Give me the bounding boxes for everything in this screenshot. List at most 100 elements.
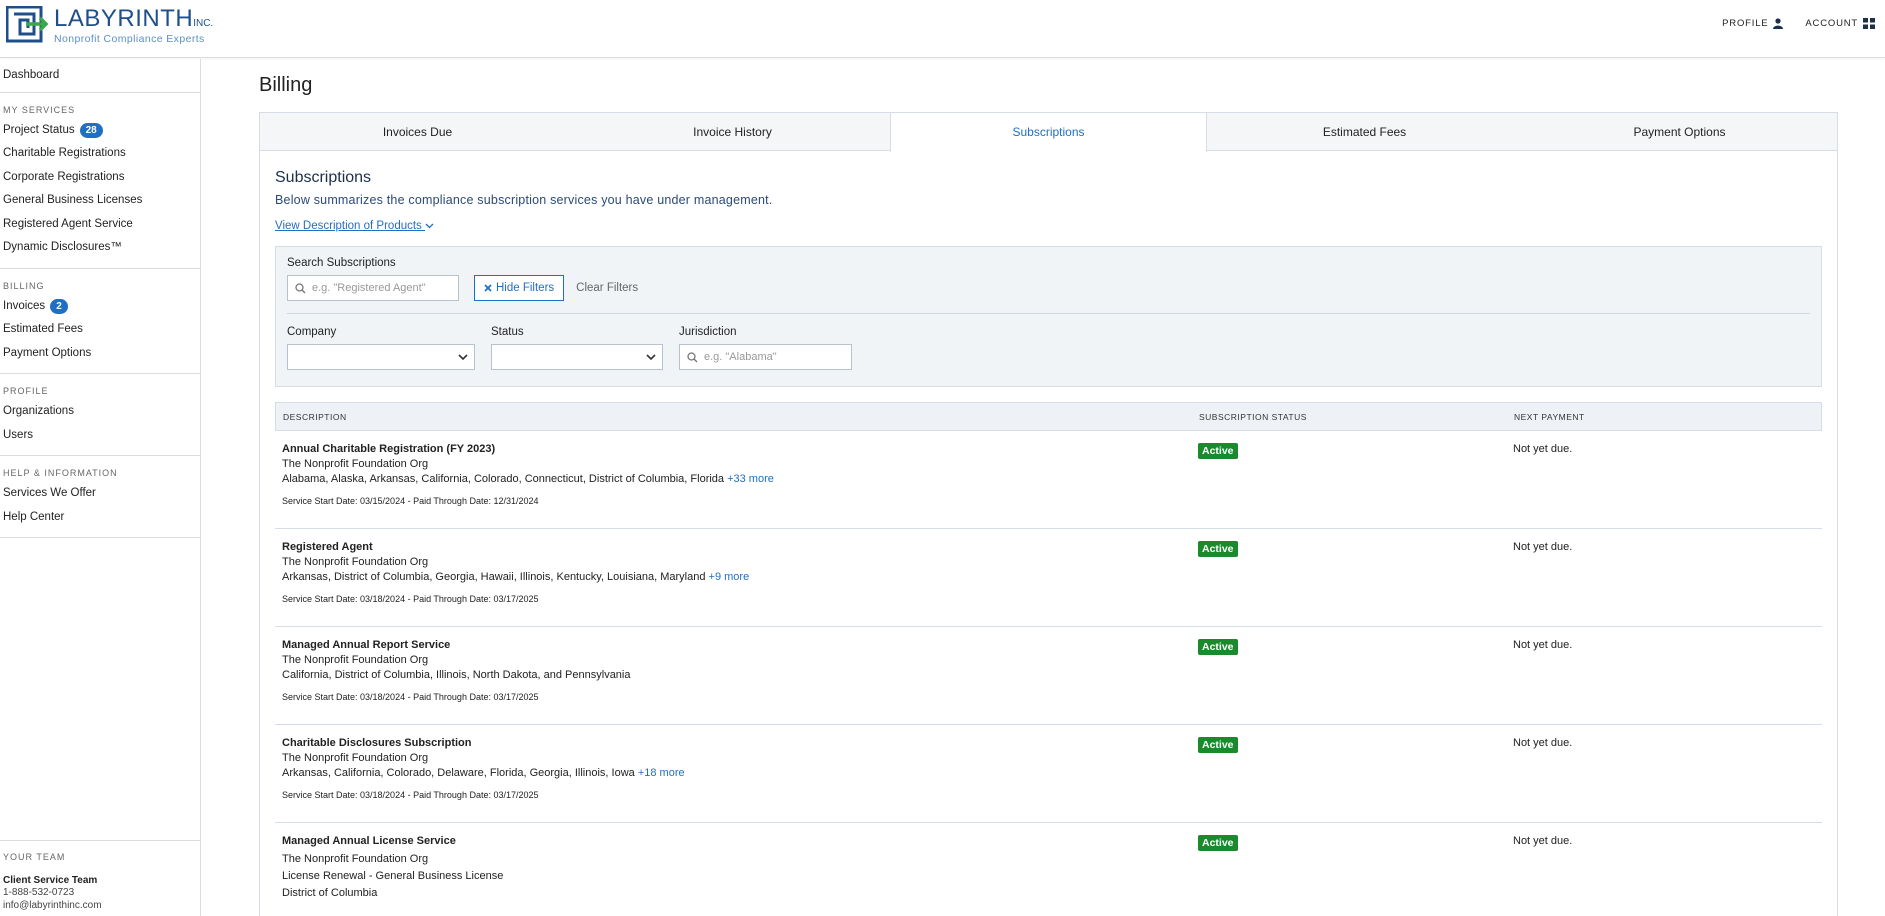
search-placeholder: e.g. "Registered Agent"	[312, 282, 426, 294]
subscription-org: The Nonprofit Foundation Org	[282, 556, 429, 568]
sidebar-item-label: Users	[3, 428, 34, 441]
sidebar-item-invoices[interactable]: Invoices 2	[3, 295, 200, 319]
subscription-title: Charitable Disclosures Subscription	[282, 737, 472, 749]
subscription-states: Arkansas, California, Colorado, Delaware…	[282, 767, 635, 779]
team-name: Client Service Team	[3, 875, 98, 886]
sidebar-item-label: Organizations	[3, 405, 74, 417]
sidebar-item-label: Charitable Registrations	[3, 147, 126, 159]
sidebar-item-label: Invoices	[3, 299, 46, 312]
team-email[interactable]: info@labyrinthinc.com	[3, 899, 197, 912]
table-row: Charitable Disclosures Subscription The …	[275, 725, 1822, 823]
status-badge: Active	[1198, 737, 1238, 753]
more-states-link[interactable]: +33 more	[727, 473, 774, 485]
company-label: Company	[287, 326, 337, 338]
tab-invoices-due[interactable]: Invoices Due	[260, 113, 575, 150]
hide-filters-button[interactable]: Hide Filters	[474, 275, 565, 301]
clear-filters-button[interactable]: Clear Filters	[576, 282, 638, 294]
help-heading: HELP & INFORMATION	[3, 468, 118, 478]
sidebar-item-label: Dashboard	[3, 69, 60, 81]
status-select[interactable]	[491, 344, 663, 370]
sidebar-item-registered-agent-service[interactable]: Registered Agent Service	[3, 213, 200, 237]
subscription-dates: Service Start Date: 03/18/2024 - Paid Th…	[282, 790, 539, 800]
top-header: LABYRINTHINC. Nonprofit Compliance Exper…	[0, 0, 1885, 58]
jurisdiction-label: Jurisdiction	[679, 326, 737, 338]
table-row: Annual Charitable Registration (FY 2023)…	[275, 431, 1822, 529]
sidebar-item-payment-options[interactable]: Payment Options	[3, 342, 200, 366]
next-payment: Not yet due.	[1513, 541, 1573, 553]
main-content: Billing Invoices Due Invoice History Sub…	[259, 59, 1838, 916]
sidebar-item-users[interactable]: Users	[3, 424, 200, 448]
sidebar-item-general-business-licenses[interactable]: General Business Licenses	[3, 189, 200, 213]
count-badge: 28	[79, 122, 103, 138]
team-phone[interactable]: 1-888-532-0723	[3, 886, 197, 899]
sidebar-item-help-center[interactable]: Help Center	[3, 506, 200, 530]
company-select[interactable]	[287, 344, 475, 370]
subscription-org: The Nonprofit Foundation Org	[282, 654, 429, 666]
tab-subscriptions[interactable]: Subscriptions	[890, 113, 1207, 152]
chevron-down-icon	[425, 223, 434, 229]
profile-menu[interactable]: PROFILE	[1722, 18, 1784, 29]
subscription-org: The Nonprofit Foundation Org	[282, 853, 429, 865]
page-title: Billing	[259, 74, 313, 96]
subscription-license-type: License Renewal - General Business Licen…	[282, 870, 504, 882]
search-icon	[687, 351, 698, 362]
subscription-dates: Service Start Date: 03/18/2024 - Paid Th…	[282, 594, 539, 604]
subscription-dates: Service Start Date: 03/18/2024 - Paid Th…	[282, 692, 539, 702]
sidebar-item-estimated-fees[interactable]: Estimated Fees	[3, 318, 200, 342]
table-row: Managed Annual License Service The Nonpr…	[275, 823, 1822, 916]
user-icon	[1773, 18, 1784, 29]
next-payment: Not yet due.	[1513, 443, 1573, 455]
grid-icon	[1863, 18, 1875, 29]
sidebar-item-label: Payment Options	[3, 346, 92, 359]
section-title: Subscriptions	[275, 169, 372, 186]
sidebar-item-project-status[interactable]: Project Status 28	[3, 119, 200, 143]
more-states-link[interactable]: +9 more	[709, 571, 750, 583]
view-description-link[interactable]: View Description of Products	[275, 220, 434, 232]
sidebar-item-charitable-registrations[interactable]: Charitable Registrations	[3, 142, 200, 166]
view-link-label: View Description of Products	[275, 220, 422, 232]
sidebar-item-corporate-registrations[interactable]: Corporate Registrations	[3, 166, 200, 190]
brand-tagline: Nonprofit Compliance Experts	[54, 33, 205, 45]
billing-heading: BILLING	[3, 280, 45, 291]
subscription-jurisdiction: District of Columbia	[282, 887, 378, 899]
filters-panel: Search Subscriptions e.g. "Registered Ag…	[275, 246, 1822, 387]
section-description: Below summarizes the compliance subscrip…	[275, 193, 773, 207]
chevron-down-icon	[646, 354, 656, 361]
brand-name: LABYRINTH	[54, 5, 194, 32]
next-payment: Not yet due.	[1513, 835, 1573, 847]
sidebar-item-dynamic-disclosures[interactable]: Dynamic Disclosures™	[3, 236, 200, 260]
account-label: ACCOUNT	[1805, 18, 1858, 29]
sidebar-item-label: Help Center	[3, 510, 65, 523]
sidebar-item-dashboard[interactable]: Dashboard	[3, 64, 200, 88]
chevron-down-icon	[458, 354, 468, 361]
subscriptions-panel: Subscriptions Below summarizes the compl…	[259, 151, 1838, 916]
status-badge: Active	[1198, 639, 1238, 655]
subscription-title: Annual Charitable Registration (FY 2023)	[282, 443, 496, 455]
tab-invoice-history[interactable]: Invoice History	[575, 113, 890, 150]
table-row: Registered Agent The Nonprofit Foundatio…	[275, 529, 1822, 627]
sidebar-item-services-we-offer[interactable]: Services We Offer	[3, 482, 200, 506]
subscription-org: The Nonprofit Foundation Org	[282, 752, 429, 764]
sidebar-item-label: Estimated Fees	[3, 323, 83, 335]
tab-payment-options[interactable]: Payment Options	[1522, 113, 1837, 150]
labyrinth-logo[interactable]: LABYRINTHINC. Nonprofit Compliance Exper…	[6, 6, 213, 45]
subscription-org: The Nonprofit Foundation Org	[282, 458, 429, 470]
more-states-link[interactable]: +18 more	[638, 767, 685, 779]
sidebar-item-label: Corporate Registrations	[3, 170, 125, 183]
subscription-states: Arkansas, District of Columbia, Georgia,…	[282, 571, 706, 583]
sidebar-item-label: Project Status	[3, 123, 75, 136]
your-team-panel: YOUR TEAM Client Service Team 1-888-532-…	[0, 840, 200, 916]
account-menu[interactable]: ACCOUNT	[1805, 18, 1875, 29]
search-subscriptions-input[interactable]: e.g. "Registered Agent"	[287, 275, 459, 301]
jurisdiction-placeholder: e.g. "Alabama"	[704, 351, 777, 363]
sidebar-item-label: General Business Licenses	[3, 194, 143, 206]
my-services-heading: MY SERVICES	[3, 104, 76, 115]
sidebar-item-organizations[interactable]: Organizations	[3, 400, 200, 424]
status-label: Status	[491, 326, 524, 338]
filters-divider	[287, 313, 1810, 314]
hide-filters-label: Hide Filters	[496, 282, 555, 294]
count-badge: 2	[50, 298, 68, 314]
tab-estimated-fees[interactable]: Estimated Fees	[1207, 113, 1522, 150]
jurisdiction-input[interactable]: e.g. "Alabama"	[679, 344, 852, 370]
next-payment: Not yet due.	[1513, 737, 1573, 749]
